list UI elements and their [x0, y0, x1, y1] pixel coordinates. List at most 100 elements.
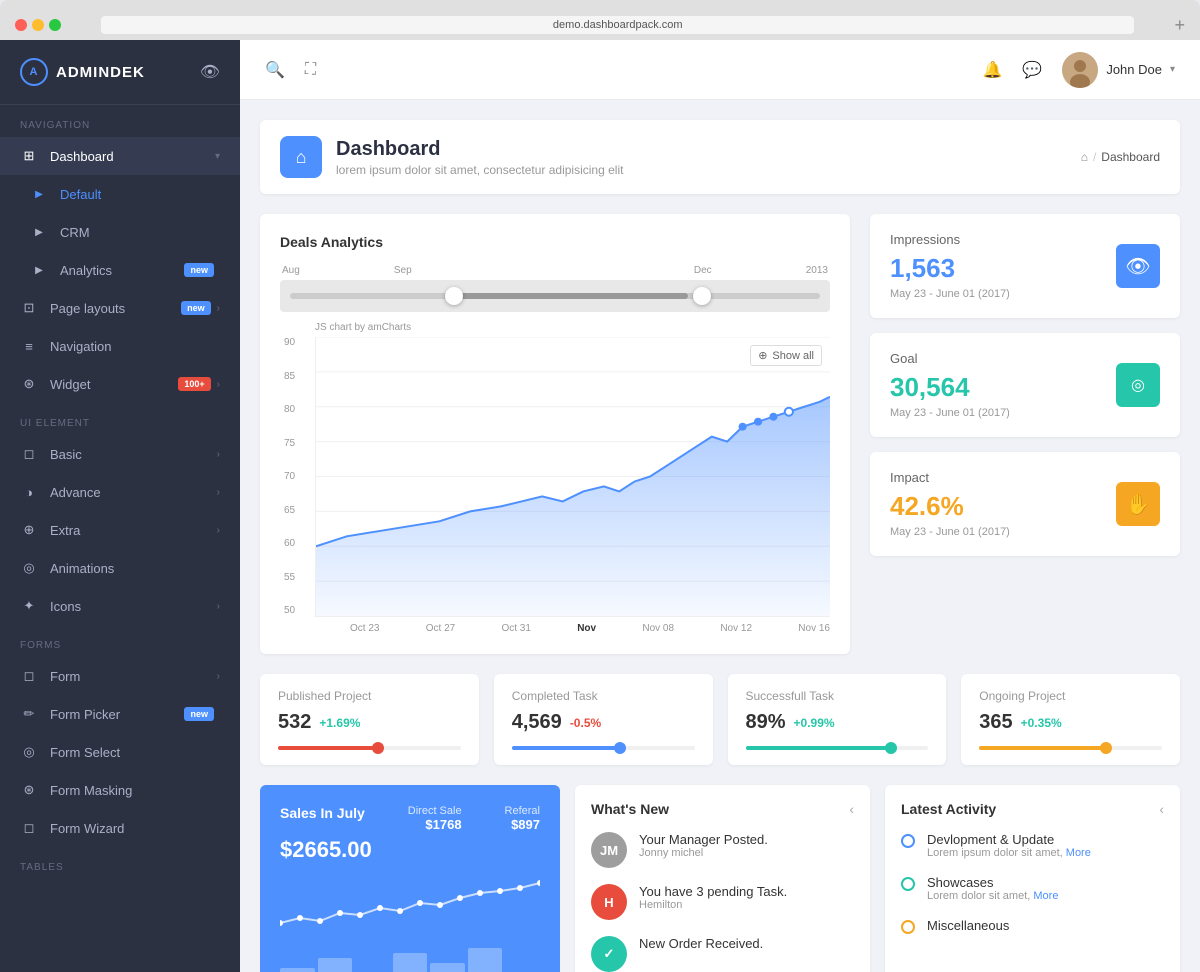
add-tab-button[interactable]: +: [1174, 15, 1185, 36]
metric-value: 365: [979, 711, 1012, 734]
sidebar-item-label: CRM: [60, 225, 220, 240]
activity-title: You have 3 pending Task.: [639, 884, 787, 899]
slider-handle-right[interactable]: [693, 287, 711, 305]
sidebar-item-extra[interactable]: ⊕ Extra ›: [0, 511, 240, 549]
sidebar-item-analytics[interactable]: ▶ Analytics new: [0, 251, 240, 289]
sidebar-item-widget[interactable]: ⊛ Widget 100+ ›: [0, 365, 240, 403]
metric-bar: [278, 746, 461, 750]
metric-successfull-task: Successfull Task 89% +0.99%: [728, 674, 947, 765]
sidebar-item-basic[interactable]: ◻ Basic ›: [0, 435, 240, 473]
minimize-dot[interactable]: [32, 19, 44, 31]
sidebar-eye-icon[interactable]: 👁: [200, 62, 220, 82]
y-label: 70: [284, 471, 295, 482]
metric-value-row: 89% +0.99%: [746, 711, 929, 734]
search-icon[interactable]: 🔍: [265, 60, 285, 80]
sidebar-item-label: Animations: [50, 561, 220, 576]
page-layouts-badge: new: [181, 301, 211, 315]
latest-activity-title: Latest Activity: [901, 801, 996, 817]
logo-text: ADMINDEK: [56, 64, 145, 81]
show-all-button[interactable]: ⊕ Show all: [750, 345, 822, 366]
sidebar-item-dashboard[interactable]: ⊞ Dashboard ▾: [0, 137, 240, 175]
sidebar-item-form-select[interactable]: ◎ Form Select: [0, 733, 240, 771]
nav-section-title: Navigation: [0, 105, 240, 137]
sidebar-item-animations[interactable]: ◎ Animations: [0, 549, 240, 587]
user-menu[interactable]: John Doe ▾: [1062, 52, 1175, 88]
timeline-content: Showcases Lorem dolor sit amet, More: [927, 875, 1058, 902]
page-title: Dashboard: [336, 138, 623, 161]
chart-x-labels: Oct 23 Oct 27 Oct 31 Nov Nov 08 Nov 12 N…: [315, 623, 830, 634]
notification-bell-icon[interactable]: 🔔: [982, 60, 1002, 80]
analytics-badge: new: [184, 263, 214, 277]
ui-element-section-title: UI Element: [0, 403, 240, 435]
page-content: ⌂ Dashboard lorem ipsum dolor sit amet, …: [240, 100, 1200, 972]
crm-icon: ▶: [30, 223, 48, 241]
sidebar-item-navigation[interactable]: ≡ Navigation: [0, 327, 240, 365]
sidebar: A ADMINDEK 👁 Navigation ⊞ Dashboard ▾ ▶ …: [0, 40, 240, 972]
timeline-content: Devlopment & Update Lorem ipsum dolor si…: [927, 832, 1091, 859]
sidebar-item-label: Widget: [50, 377, 178, 392]
sidebar-item-label: Analytics: [60, 263, 184, 278]
sidebar-item-label: Basic: [50, 447, 217, 462]
activity-text: You have 3 pending Task. Hemilton: [639, 884, 787, 911]
timeline-link[interactable]: More: [1066, 847, 1091, 859]
icons-icon: ✦: [20, 597, 38, 615]
timeline-sub: Lorem ipsum dolor sit amet, More: [927, 847, 1091, 859]
sidebar-item-icons[interactable]: ✦ Icons ›: [0, 587, 240, 625]
close-dot[interactable]: [15, 19, 27, 31]
goal-label: Goal: [890, 351, 1010, 366]
y-label: 85: [284, 371, 295, 382]
chart-slider[interactable]: [280, 280, 830, 312]
metric-value: 4,569: [512, 711, 562, 734]
sidebar-item-crm[interactable]: ▶ CRM: [0, 213, 240, 251]
slider-handle-left[interactable]: [445, 287, 463, 305]
metric-label: Completed Task: [512, 689, 695, 703]
page-subtitle: lorem ipsum dolor sit amet, consectetur …: [336, 163, 623, 177]
whats-new-nav-arrow[interactable]: ‹: [849, 801, 854, 817]
tables-section-title: Tables: [0, 847, 240, 879]
deals-analytics-card: Deals Analytics Aug Sep Dec 2013: [260, 214, 850, 654]
metric-bar: [979, 746, 1162, 750]
breadcrumb-home-icon[interactable]: ⌂: [1081, 150, 1088, 164]
basic-icon: ◻: [20, 445, 38, 463]
browser-dots: [15, 19, 61, 31]
sales-sub-amounts: Direct Sale $1768: [408, 805, 462, 832]
expand-icon[interactable]: ⛶: [305, 61, 316, 79]
chart-area: 90 85 80 75 70 65 60 55 50: [315, 337, 830, 617]
latest-activity-nav-arrow[interactable]: ‹: [1159, 801, 1164, 817]
sidebar-item-form-masking[interactable]: ⊛ Form Masking: [0, 771, 240, 809]
page-header-text: Dashboard lorem ipsum dolor sit amet, co…: [336, 138, 623, 177]
browser-chrome: demo.dashboardpack.com +: [0, 0, 1200, 40]
slider-label: Sep: [394, 265, 412, 276]
sidebar-item-default[interactable]: ▶ Default: [0, 175, 240, 213]
sidebar-item-form-picker[interactable]: ✏ Form Picker new: [0, 695, 240, 733]
sidebar-item-advance[interactable]: ◑ Advance ›: [0, 473, 240, 511]
maximize-dot[interactable]: [49, 19, 61, 31]
sidebar-item-form-wizard[interactable]: ◻ Form Wizard: [0, 809, 240, 847]
sales-bars: [280, 948, 540, 972]
chart-source: JS chart by amCharts: [315, 322, 830, 333]
x-label: Nov: [577, 623, 596, 634]
page-header-icon: ⌂: [280, 136, 322, 178]
slider-label: Aug: [282, 265, 300, 276]
x-label: Nov 16: [798, 623, 830, 634]
impressions-date: May 23 - June 01 (2017): [890, 288, 1010, 300]
chevron-right-icon: ›: [217, 601, 220, 612]
chevron-right-icon: ›: [217, 525, 220, 536]
metric-value-row: 532 +1.69%: [278, 711, 461, 734]
activity-avatar: JM: [591, 832, 627, 868]
impact-label: Impact: [890, 470, 1010, 485]
form-picker-icon: ✏: [20, 705, 38, 723]
goal-info: Goal 30,564 May 23 - June 01 (2017): [890, 351, 1010, 419]
metric-change: -0.5%: [570, 716, 601, 730]
sidebar-item-label: Form: [50, 669, 217, 684]
widget-badge: 100+: [178, 377, 210, 391]
sidebar-item-label: Form Picker: [50, 707, 184, 722]
chat-icon[interactable]: 💬: [1022, 60, 1042, 80]
sidebar-item-form[interactable]: ◻ Form ›: [0, 657, 240, 695]
timeline-dot: [901, 834, 915, 848]
timeline-item: Miscellaneous: [901, 918, 1164, 934]
timeline-link[interactable]: More: [1033, 890, 1058, 902]
sales-total: $2665.00: [280, 837, 540, 863]
sidebar-item-page-layouts[interactable]: ⊡ Page layouts new ›: [0, 289, 240, 327]
impact-info: Impact 42.6% May 23 - June 01 (2017): [890, 470, 1010, 538]
